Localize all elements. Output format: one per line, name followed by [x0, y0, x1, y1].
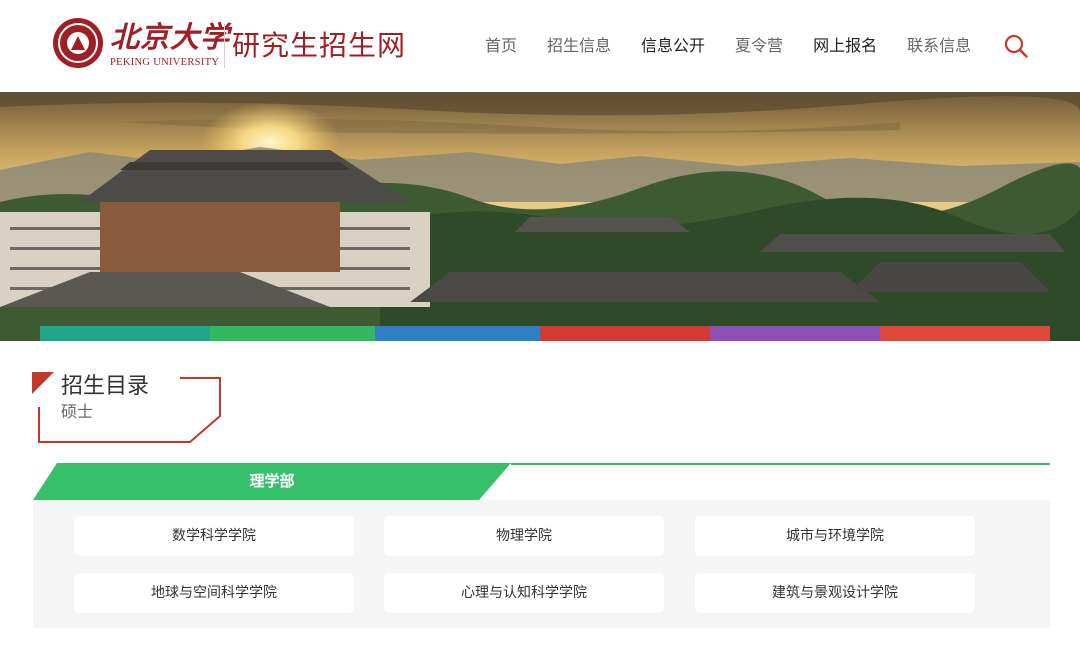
- logo-divider: [224, 24, 225, 68]
- school-button[interactable]: 城市与环境学院: [695, 516, 975, 556]
- schools-panel: 数学科学学院 物理学院 城市与环境学院 地球与空间科学学院 心理与认知科学学院 …: [33, 500, 1050, 628]
- section-title: 招生目录: [61, 374, 150, 399]
- school-button[interactable]: 物理学院: [384, 516, 664, 556]
- nav-home[interactable]: 首页: [485, 34, 517, 58]
- nav-disclosure[interactable]: 信息公开: [641, 34, 705, 58]
- search-icon[interactable]: [1004, 34, 1028, 58]
- nav-contact[interactable]: 联系信息: [907, 34, 971, 58]
- school-button[interactable]: 心理与认知科学学院: [384, 573, 664, 613]
- section-heading: 招生目录 硕士: [32, 372, 232, 444]
- department-tab-label[interactable]: 理学部: [33, 463, 511, 500]
- nav-summer-camp[interactable]: 夏令营: [735, 34, 783, 58]
- nav-admission-info[interactable]: 招生信息: [547, 34, 611, 58]
- school-button[interactable]: 地球与空间科学学院: [74, 573, 354, 613]
- main-nav: 首页 招生信息 信息公开 夏令营 网上报名 联系信息: [470, 34, 986, 58]
- site-title[interactable]: 研究生招生网: [232, 27, 406, 65]
- nav-online-registration[interactable]: 网上报名: [813, 34, 877, 58]
- university-seal-logo[interactable]: [53, 18, 103, 68]
- section-subtitle: 硕士: [61, 402, 94, 421]
- school-button[interactable]: 建筑与景观设计学院: [695, 573, 975, 613]
- tab-underline: [511, 463, 1050, 465]
- site-header: 北京大学 PEKING UNIVERSITY 研究生招生网 首页 招生信息 信息…: [0, 0, 1080, 92]
- department-tab-bar: 理学部: [33, 463, 1050, 500]
- logo-english-name: PEKING UNIVERSITY: [110, 57, 220, 68]
- logo-chinese-name[interactable]: 北京大学: [110, 20, 230, 54]
- school-button[interactable]: 数学科学学院: [74, 516, 354, 556]
- campus-banner-image: [0, 92, 1080, 341]
